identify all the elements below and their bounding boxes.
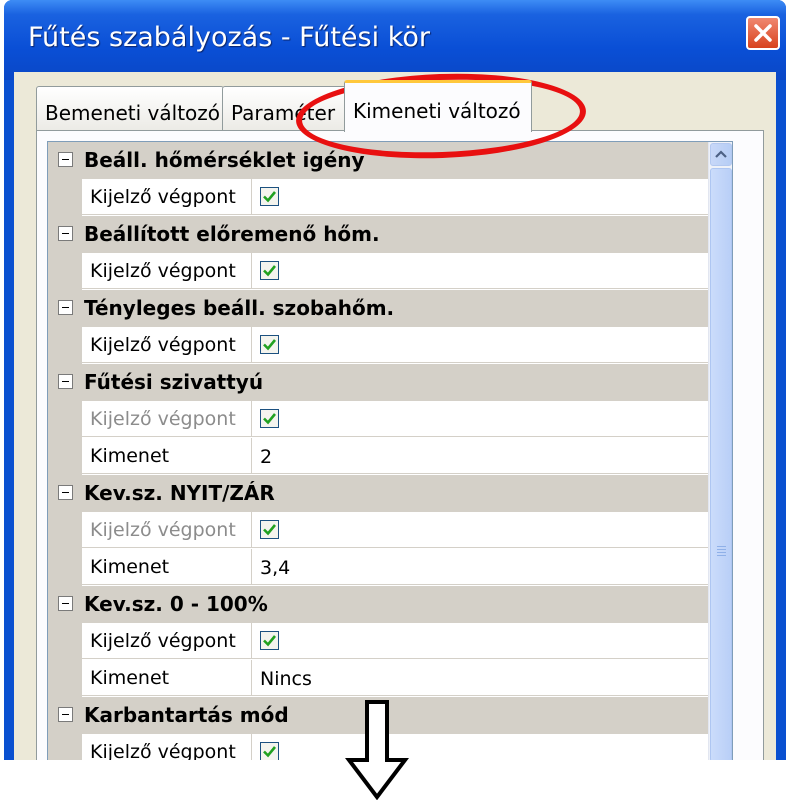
- check-icon: [263, 265, 277, 277]
- check-icon: [263, 413, 277, 425]
- check-icon: [263, 191, 277, 203]
- section-header[interactable]: Beállított előremenő hőm.: [48, 216, 732, 253]
- check-icon: [263, 339, 277, 351]
- tab-input-variable[interactable]: Bemeneti változó: [36, 86, 224, 130]
- window-title: Fűtés szabályozás - Fűtési kör: [28, 22, 430, 53]
- checkbox[interactable]: [260, 742, 279, 760]
- property-row: Kijelző végpont: [48, 623, 732, 660]
- minus-icon[interactable]: [58, 300, 73, 315]
- minus-icon[interactable]: [58, 374, 73, 389]
- close-icon: [754, 24, 772, 42]
- tab-output-variable[interactable]: Kimeneti változó: [344, 80, 532, 132]
- check-icon: [263, 635, 277, 647]
- section-header[interactable]: Fűtési szivattyú: [48, 364, 732, 401]
- checkbox[interactable]: [260, 409, 279, 428]
- checkbox[interactable]: [260, 187, 279, 206]
- property-value[interactable]: Nincs: [252, 660, 732, 696]
- checkbox[interactable]: [260, 335, 279, 354]
- check-icon: [263, 524, 277, 536]
- property-row: Kijelző végpont: [48, 253, 732, 290]
- section-title: Kev.sz. NYIT/ZÁR: [84, 481, 275, 505]
- checkbox[interactable]: [260, 631, 279, 650]
- section-title: Beállított előremenő hőm.: [84, 222, 380, 246]
- property-name: Kijelző végpont: [82, 179, 252, 215]
- down-arrow-icon: [345, 700, 409, 800]
- property-grid: Beáll. hőmérséklet igény Kijelző végpont…: [47, 141, 733, 760]
- vertical-scrollbar[interactable]: [708, 142, 732, 760]
- section-header[interactable]: Kev.sz. 0 - 100%: [48, 586, 732, 623]
- property-name: Kimenet: [82, 438, 252, 474]
- property-value: [252, 623, 732, 659]
- property-name: Kijelző végpont: [82, 327, 252, 363]
- property-row: Kijelző végpont: [48, 401, 732, 438]
- scroll-thumb[interactable]: [710, 168, 732, 760]
- section-header[interactable]: Kev.sz. NYIT/ZÁR: [48, 475, 732, 512]
- checkbox[interactable]: [260, 261, 279, 280]
- minus-icon[interactable]: [58, 226, 73, 241]
- property-name: Kijelző végpont: [82, 512, 252, 548]
- property-row: Kijelző végpont: [48, 179, 732, 216]
- section-title: Beáll. hőmérséklet igény: [84, 148, 365, 172]
- property-row: Kimenet 3,4: [48, 549, 732, 586]
- property-row: Kimenet Nincs: [48, 660, 732, 697]
- chevron-up-icon: [715, 150, 727, 158]
- property-name: Kijelző végpont: [82, 401, 252, 437]
- minus-icon[interactable]: [58, 152, 73, 167]
- property-name: Kijelző végpont: [82, 253, 252, 289]
- property-value: [252, 253, 732, 289]
- property-name: Kijelző végpont: [82, 734, 252, 760]
- tab-panel: Beáll. hőmérséklet igény Kijelző végpont…: [36, 130, 764, 760]
- property-value: [252, 179, 732, 215]
- section-header[interactable]: Tényleges beáll. szobahőm.: [48, 290, 732, 327]
- minus-icon[interactable]: [58, 707, 73, 722]
- title-bar[interactable]: Fűtés szabályozás - Fűtési kör: [4, 0, 786, 80]
- property-row: Kijelző végpont: [48, 512, 732, 549]
- dialog-window: Fűtés szabályozás - Fűtési kör Bemeneti …: [4, 0, 786, 760]
- section-title: Karbantartás mód: [84, 703, 289, 727]
- section-title: Kev.sz. 0 - 100%: [84, 592, 268, 616]
- property-name: Kimenet: [82, 549, 252, 585]
- minus-icon[interactable]: [58, 596, 73, 611]
- property-value: [252, 327, 732, 363]
- property-value[interactable]: 2: [252, 438, 732, 474]
- property-value: [252, 512, 732, 548]
- section-title: Tényleges beáll. szobahőm.: [84, 296, 395, 320]
- property-value[interactable]: 3,4: [252, 549, 732, 585]
- property-value: [252, 734, 732, 760]
- dialog-body: Bemeneti változó Paraméter Kimeneti vált…: [14, 72, 776, 760]
- property-value: [252, 401, 732, 437]
- check-icon: [263, 746, 277, 758]
- minus-icon[interactable]: [58, 485, 73, 500]
- tab-label: Kimeneti változó: [353, 99, 521, 123]
- property-name: Kijelző végpont: [82, 623, 252, 659]
- section-title: Fűtési szivattyú: [84, 370, 264, 394]
- scroll-up-button[interactable]: [710, 143, 732, 166]
- checkbox[interactable]: [260, 520, 279, 539]
- property-row: Kijelző végpont: [48, 327, 732, 364]
- property-name: Kimenet: [82, 660, 252, 696]
- tab-label: Bemeneti változó: [45, 101, 221, 125]
- property-row: Kimenet 2: [48, 438, 732, 475]
- close-button[interactable]: [746, 16, 780, 50]
